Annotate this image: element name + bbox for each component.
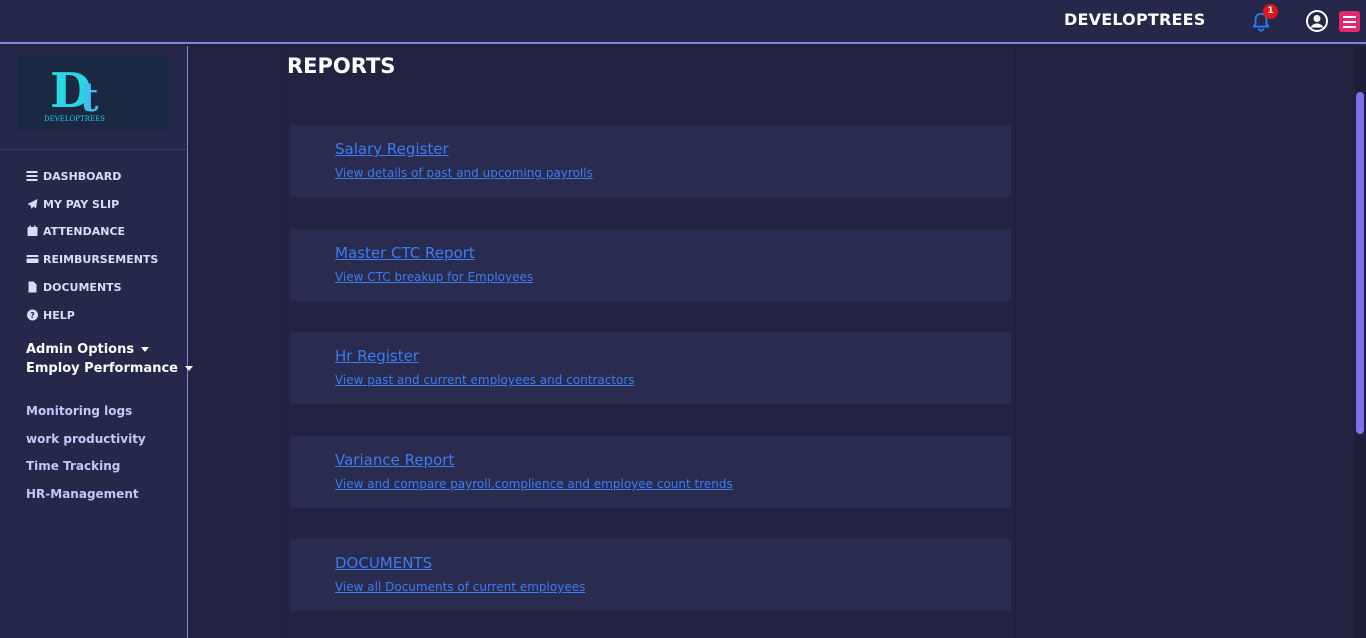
report-title-link[interactable]: Master CTC Report (335, 244, 475, 262)
svg-text:DEVELOPTREES: DEVELOPTREES (44, 115, 105, 123)
link-work-productivity[interactable]: work productivity (26, 432, 146, 446)
admin-options-label: Admin Options (26, 342, 135, 357)
report-description-link[interactable]: View past and current employees and cont… (335, 373, 635, 387)
report-description-link[interactable]: View all Documents of current employees (335, 580, 585, 594)
nav-my-pay-slip[interactable]: MY PAY SLIP (26, 196, 119, 212)
report-card-master-ctc: Master CTC Report View CTC breakup for E… (290, 229, 1011, 301)
report-card-variance: Variance Report View and compare payroll… (290, 436, 1011, 508)
paper-plane-icon (27, 199, 38, 209)
nav-dashboard[interactable]: DASHBOARD (26, 168, 121, 184)
nav-attendance[interactable]: ATTENDANCE (26, 223, 125, 239)
sidebar-divider (0, 149, 187, 150)
top-bar: DEVELOPTREES 1 (0, 0, 1366, 44)
report-card-hr-register: Hr Register View past and current employ… (290, 332, 1011, 404)
link-time-tracking[interactable]: Time Tracking (26, 459, 120, 473)
nav-help[interactable]: ? HELP (26, 307, 75, 323)
nav-reimbursements[interactable]: REIMBURSEMENTS (26, 251, 158, 267)
report-title-link[interactable]: Hr Register (335, 347, 419, 365)
nav-documents[interactable]: DOCUMENTS (26, 279, 122, 295)
report-description-link[interactable]: View and compare payroll,complience and … (335, 477, 733, 491)
report-title-link[interactable]: DOCUMENTS (335, 554, 432, 572)
admin-options-dropdown[interactable]: Admin Options (26, 342, 149, 357)
report-title-link[interactable]: Variance Report (335, 451, 454, 469)
svg-text:?: ? (30, 311, 35, 320)
scrollbar-thumb[interactable] (1356, 92, 1364, 434)
hamburger-menu-icon[interactable] (1339, 11, 1360, 32)
caret-down-icon (140, 346, 149, 352)
nav-label: HELP (43, 308, 75, 322)
bars-icon (26, 171, 38, 181)
nav-label: MY PAY SLIP (43, 197, 120, 211)
nav-label: ATTENDANCE (43, 224, 126, 238)
link-hr-management[interactable]: HR-Management (26, 487, 139, 501)
link-monitoring-logs[interactable]: Monitoring logs (26, 404, 132, 418)
caret-down-icon (184, 365, 193, 371)
report-title-link[interactable]: Salary Register (335, 140, 449, 158)
report-card-salary-register: Salary Register View details of past and… (290, 125, 1011, 197)
nav-label: REIMBURSEMENTS (43, 252, 159, 266)
employ-performance-dropdown[interactable]: Employ Performance (26, 361, 193, 376)
svg-text:t: t (80, 74, 99, 121)
notification-badge: 1 (1263, 4, 1278, 19)
user-account-icon[interactable] (1305, 9, 1329, 33)
report-description-link[interactable]: View CTC breakup for Employees (335, 270, 533, 284)
report-card-documents: DOCUMENTS View all Documents of current … (290, 539, 1011, 611)
question-circle-icon: ? (27, 309, 38, 321)
nav-label: DASHBOARD (43, 169, 122, 183)
page-title: REPORTS (287, 54, 396, 78)
file-icon (28, 281, 37, 293)
report-description-link[interactable]: View details of past and upcoming payrol… (335, 166, 593, 180)
calendar-icon (27, 225, 38, 236)
credit-card-icon (26, 255, 39, 263)
nav-label: DOCUMENTS (43, 280, 122, 294)
company-logo: D t DEVELOPTREES (18, 55, 168, 130)
employ-performance-label: Employ Performance (26, 361, 178, 376)
brand-name: DEVELOPTREES (1064, 10, 1206, 29)
